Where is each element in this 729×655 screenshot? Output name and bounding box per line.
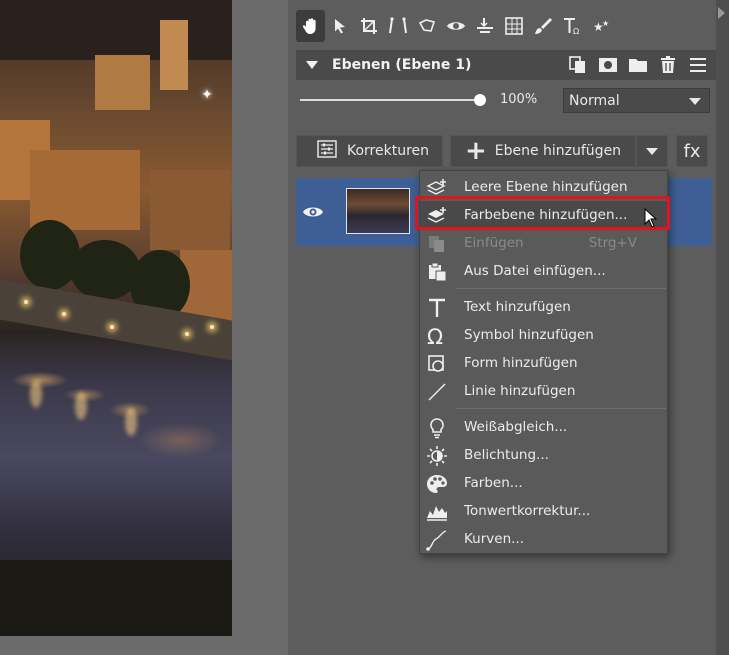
adjustments-icon — [317, 140, 337, 162]
lasso-icon[interactable] — [412, 10, 441, 42]
blend-mode-select[interactable]: Normal — [563, 88, 710, 113]
pointer-icon[interactable] — [325, 10, 354, 42]
text-symbol-icon[interactable]: Ω — [557, 10, 586, 42]
menu-item-label: Farben... — [464, 475, 523, 491]
menu-item-label: Form hinzufügen — [464, 355, 578, 371]
menu-item-label: Belichtung... — [464, 447, 549, 463]
svg-text:Ω: Ω — [573, 27, 579, 36]
menu-item-add-symbol[interactable]: Ω Symbol hinzufügen — [420, 321, 667, 349]
visibility-eye-icon[interactable] — [302, 204, 324, 223]
crop-icon[interactable] — [354, 10, 383, 42]
hand-icon[interactable] — [296, 10, 325, 42]
mask-icon[interactable] — [598, 55, 618, 75]
layers-panel-header[interactable]: Ebenen (Ebene 1) — [296, 50, 716, 80]
curves-icon — [426, 529, 448, 551]
menu-item-label: Einfügen — [464, 235, 524, 251]
svg-text:★: ★ — [602, 19, 609, 28]
menu-item-label: Tonwertkorrektur... — [464, 503, 591, 519]
tool-bar: Ω ★ ★ — [296, 10, 615, 42]
blend-mode-value: Normal — [569, 93, 620, 109]
svg-text:Ω: Ω — [427, 325, 443, 347]
menu-item-colors[interactable]: Farben... — [420, 469, 667, 497]
perspective-icon[interactable] — [383, 10, 412, 42]
photo-canvas[interactable]: ✦ — [0, 0, 232, 636]
add-layer-dropdown-button[interactable] — [636, 135, 668, 167]
panel-scrollbar[interactable] — [716, 0, 729, 655]
text-icon — [426, 297, 448, 319]
menu-icon[interactable] — [688, 55, 708, 75]
menu-item-label: Text hinzufügen — [464, 299, 571, 315]
adjustments-button[interactable]: Korrekturen — [296, 135, 443, 167]
menu-separator — [456, 288, 666, 289]
paste-icon — [426, 233, 448, 255]
menu-item-levels[interactable]: Tonwertkorrektur... — [420, 497, 667, 525]
mouse-cursor-icon — [644, 207, 658, 232]
menu-item-label: Leere Ebene hinzufügen — [464, 179, 628, 195]
add-layer-label: Ebene hinzufügen — [494, 143, 622, 159]
opacity-slider-thumb[interactable] — [474, 94, 486, 106]
eye-icon[interactable] — [441, 10, 470, 42]
fx-label: fx — [683, 140, 701, 162]
levels-icon — [426, 501, 448, 523]
menu-item-add-text[interactable]: Text hinzufügen — [420, 293, 667, 321]
folder-icon[interactable] — [628, 55, 648, 75]
plus-icon: + — [464, 136, 487, 166]
menu-item-add-shape[interactable]: Form hinzufügen — [420, 349, 667, 377]
highlight-annotation — [415, 196, 670, 230]
adjustments-label: Korrekturen — [347, 143, 430, 159]
menu-item-paste: Einfügen Strg+V — [420, 229, 667, 257]
chevron-down-icon — [689, 98, 701, 105]
brush-icon[interactable] — [528, 10, 557, 42]
menu-item-shortcut: Strg+V — [588, 235, 637, 251]
collapse-arrow-icon[interactable] — [306, 61, 318, 69]
add-layer-button[interactable]: + Ebene hinzufügen — [450, 135, 636, 167]
expand-arrow-icon[interactable] — [718, 7, 725, 19]
opacity-slider-track[interactable] — [300, 99, 480, 101]
menu-item-white-balance[interactable]: Weißabgleich... — [420, 413, 667, 441]
layers-panel-title: Ebenen (Ebene 1) — [332, 57, 472, 73]
bulb-icon — [426, 417, 448, 439]
menu-item-curves[interactable]: Kurven... — [420, 525, 667, 553]
sparkle-icon[interactable]: ★ ★ — [586, 10, 615, 42]
menu-item-label: Aus Datei einfügen... — [464, 263, 606, 279]
exposure-icon — [426, 445, 448, 467]
palette-icon — [426, 473, 448, 495]
fx-button[interactable]: fx — [676, 135, 708, 167]
shape-icon — [426, 353, 448, 375]
star-light: ✦ — [201, 87, 213, 103]
menu-item-label: Linie hinzufügen — [464, 383, 576, 399]
omega-icon: Ω — [426, 325, 448, 347]
trash-icon[interactable] — [658, 55, 678, 75]
paste-from-file-icon — [426, 261, 448, 283]
duplicate-layer-icon[interactable] — [568, 55, 588, 75]
align-icon[interactable] — [470, 10, 499, 42]
menu-item-label: Weißabgleich... — [464, 419, 568, 435]
menu-item-label: Kurven... — [464, 531, 525, 547]
chevron-down-icon — [646, 147, 658, 155]
menu-item-add-line[interactable]: Linie hinzufügen — [420, 377, 667, 405]
grid-icon[interactable] — [499, 10, 528, 42]
canvas-area[interactable]: ✦ — [0, 0, 288, 655]
menu-item-paste-from-file[interactable]: Aus Datei einfügen... — [420, 257, 667, 285]
menu-item-exposure[interactable]: Belichtung... — [420, 441, 667, 469]
layer-thumbnail[interactable] — [346, 188, 410, 234]
line-icon — [426, 381, 448, 403]
menu-separator — [456, 408, 666, 409]
opacity-value: 100% — [500, 92, 538, 107]
menu-item-label: Symbol hinzufügen — [464, 327, 594, 343]
